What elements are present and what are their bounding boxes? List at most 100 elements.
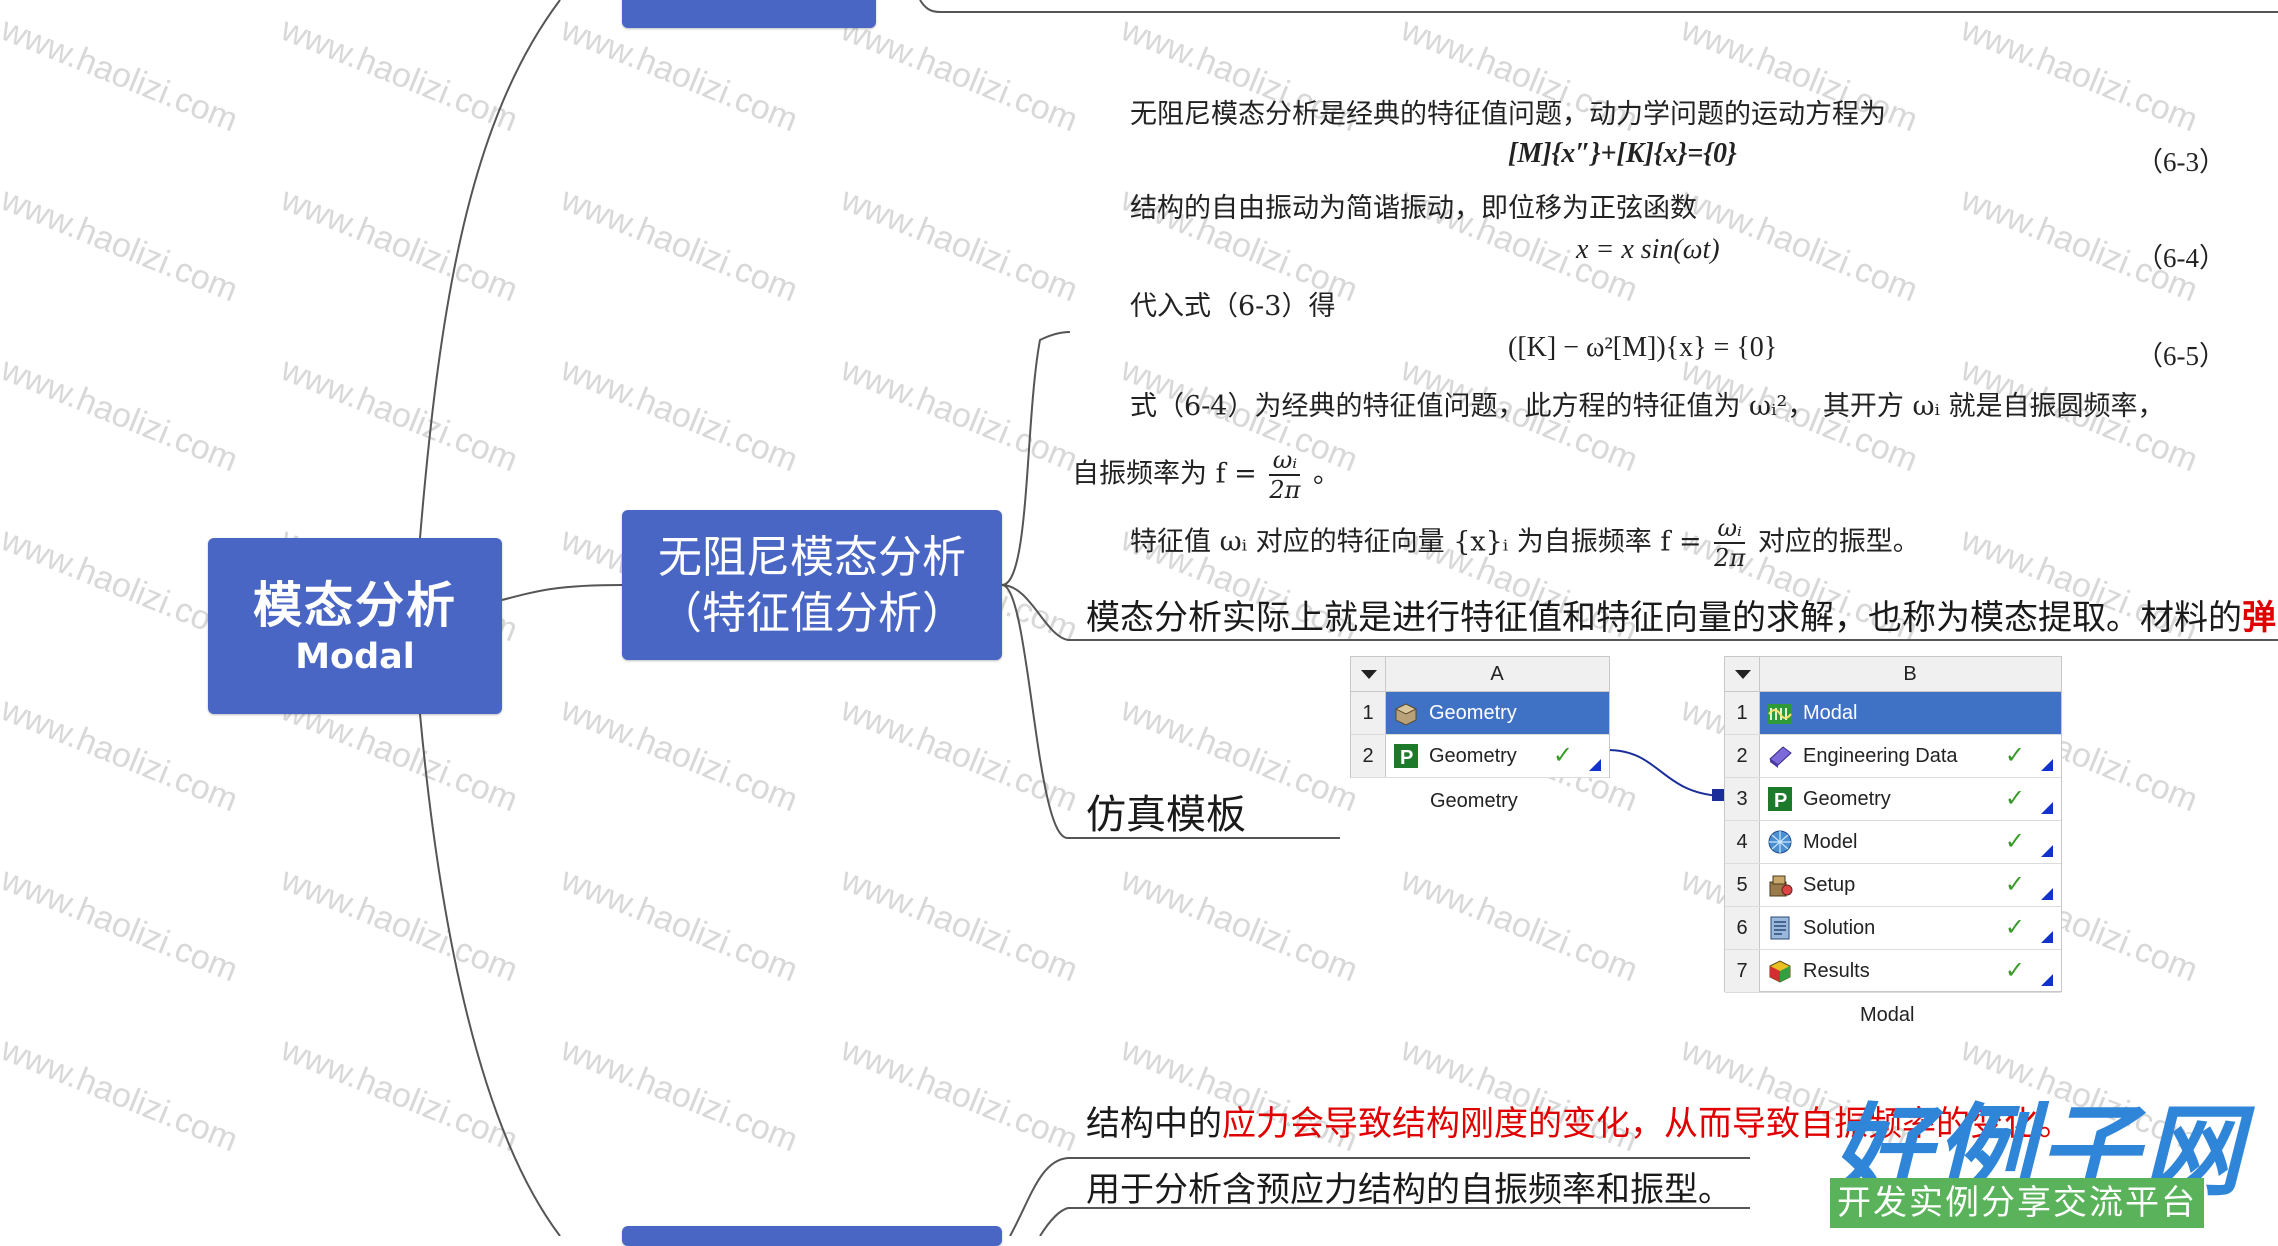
system-a-column-label: A [1490, 663, 1504, 685]
text-p6-prefix: 特征值 ωᵢ 对应的特征向量 {x}ᵢ 为自振频率 f = [1130, 526, 1702, 558]
row-label: Model [1803, 831, 1858, 853]
system-b-row-5[interactable]: 5 Setup ✓ [1725, 864, 2061, 907]
row-label: Setup [1803, 874, 1856, 896]
template-label[interactable]: 仿真模板 [1086, 782, 1246, 840]
root-to-bottom-branch [419, 713, 561, 1236]
row-number: 6 [1725, 907, 1760, 949]
row-number: 5 [1725, 864, 1760, 906]
text-p1: 无阻尼模态分析是经典的特征值问题，动力学问题的运动方程为 [1130, 99, 1886, 130]
equation-number-6-3: （6-3） [2136, 147, 2226, 177]
system-b-collapse-arrow-icon[interactable] [1725, 657, 1760, 691]
p-geometry-icon: P [1394, 744, 1418, 769]
equation-6-4: x = x sin(ωt) [1576, 234, 1720, 265]
row-number: 7 [1725, 950, 1760, 992]
modal-icon [1768, 704, 1792, 724]
system-b-row-3[interactable]: 3 P Geometry ✓ [1725, 778, 2061, 821]
row-number: 2 [1725, 735, 1760, 777]
system-a-caption[interactable]: Geometry [1430, 790, 1518, 813]
system-b-caption[interactable]: Modal [1860, 1004, 1914, 1027]
prestress-use-note[interactable]: 用于分析含预应力结构的自振频率和振型。 [1086, 1162, 1732, 1211]
row-number: 3 [1725, 778, 1760, 820]
top-partial-node[interactable] [622, 0, 876, 28]
row-number: 2 [1351, 735, 1386, 777]
modal-note-text: 模态分析实际上就是进行特征值和特征向量的求解，也称为模态提取。材料的 [1086, 598, 2242, 638]
row-label: Geometry [1429, 702, 1517, 724]
fraction-p6-num: ωᵢ [1714, 514, 1746, 544]
system-a-row-1[interactable]: 1 Geometry [1351, 692, 1609, 735]
row-number: 1 [1351, 692, 1386, 734]
text-p6: 特征值 ωᵢ 对应的特征向量 {x}ᵢ 为自振频率 f = ωᵢ 2π 对应的振… [1130, 514, 1920, 572]
fraction-p5-den: 2π [1269, 476, 1301, 504]
equation-6-5: ([K] − ω²[M]){x} = {0} [1508, 332, 1778, 363]
check-icon: ✓ [2004, 957, 2025, 984]
engineering-data-icon [1769, 746, 1792, 768]
solution-icon [1770, 916, 1790, 940]
setup-icon [1769, 875, 1793, 897]
site-logo-tagline: 开发实例分享交流平台 [1830, 1178, 2204, 1228]
system-b-row-6[interactable]: 6 Solution ✓ [1725, 907, 2061, 950]
status-corner-icon [2041, 845, 2053, 857]
text-p3: 代入式（6-3）得 [1130, 291, 1336, 322]
svg-text:P: P [1400, 747, 1413, 769]
node-title-line2: （特征值分析） [658, 588, 966, 639]
row-number: 1 [1725, 692, 1760, 734]
row-label: Geometry [1803, 788, 1891, 810]
status-corner-icon [2041, 802, 2053, 814]
status-corner-icon [2041, 888, 2053, 900]
text-p4: 式（6-4）为经典的特征值问题，此方程的特征值为 ωᵢ²， 其开方 ωᵢ 就是自… [1130, 391, 2165, 422]
svg-text:P: P [1774, 790, 1787, 812]
row-label: Geometry [1429, 745, 1517, 767]
row-number: 4 [1725, 821, 1760, 863]
check-icon: ✓ [2004, 785, 2025, 812]
check-icon: ✓ [1552, 742, 1573, 769]
modal-note-red: 弹 [2242, 598, 2276, 638]
root-to-top-branch [419, 0, 561, 539]
system-b-row-1[interactable]: 1 Modal [1725, 692, 2061, 735]
fraction-p6: ωᵢ 2π [1714, 514, 1746, 572]
prestress-branch-2 [1039, 1207, 1750, 1236]
status-corner-icon [2041, 931, 2053, 943]
fraction-p6-den: 2π [1714, 544, 1746, 572]
root-node-modal[interactable]: 模态分析 Modal [208, 538, 502, 714]
system-a-collapse-arrow-icon[interactable] [1351, 657, 1386, 691]
row-label: Solution [1803, 917, 1876, 939]
system-a-header: A [1351, 657, 1609, 692]
workbench-system-a[interactable]: A 1 Geometry 2 P Geometry ✓ [1350, 656, 1610, 778]
text-p5: 自振频率为 f = ωᵢ 2π 。 [1072, 446, 1340, 504]
text-p6-suffix: 对应的振型。 [1757, 526, 1920, 558]
root-subtitle: Modal [295, 637, 415, 677]
row-label: Engineering Data [1803, 745, 1958, 767]
row-label: Modal [1803, 702, 1858, 724]
undamped-modal-node[interactable]: 无阻尼模态分析 （特征值分析） [622, 510, 1002, 660]
system-b-header: B [1725, 657, 2061, 692]
geometry-box-icon [1394, 703, 1418, 726]
node-title-line1: 无阻尼模态分析 [658, 532, 966, 583]
system-a-row-2[interactable]: 2 P Geometry ✓ [1351, 735, 1609, 778]
fraction-p5-num: ωᵢ [1269, 446, 1301, 476]
status-corner-icon [2041, 759, 2053, 771]
text-p5-suffix: 。 [1313, 458, 1341, 490]
panel-link-handle [1712, 789, 1724, 801]
status-corner-icon [2041, 974, 2053, 986]
status-corner-icon [1589, 759, 1601, 771]
check-icon: ✓ [2004, 828, 2025, 855]
system-b-row-7[interactable]: 7 Results ✓ [1725, 950, 2061, 993]
workbench-system-b[interactable]: B 1 Modal 2 Engineering Data ✓ 3 P Geome… [1724, 656, 2062, 993]
system-b-row-4[interactable]: 4 Model ✓ [1725, 821, 2061, 864]
node-to-text-branch [1001, 331, 1071, 586]
equation-number-6-5: （6-5） [2136, 341, 2226, 371]
modal-note[interactable]: 模态分析实际上就是进行特征值和特征向量的求解，也称为模态提取。材料的弹 [1086, 590, 2276, 639]
bottom-partial-node[interactable] [622, 1226, 1002, 1246]
panel-link-line [1606, 749, 1721, 797]
equation-number-6-4: （6-4） [2136, 243, 2226, 273]
root-to-node-line [501, 584, 623, 601]
system-b-row-2[interactable]: 2 Engineering Data ✓ [1725, 735, 2061, 778]
model-mesh-icon [1768, 830, 1792, 854]
check-icon: ✓ [2004, 742, 2025, 769]
text-p2: 结构的自由振动为简谐振动，即位移为正弦函数 [1130, 193, 1697, 224]
prestress-prefix: 结构中的 [1086, 1104, 1222, 1144]
top-underline [919, 0, 2278, 13]
check-icon: ✓ [2004, 871, 2025, 898]
text-p5-prefix: 自振频率为 f = [1072, 458, 1257, 490]
p-geometry-icon: P [1768, 787, 1792, 812]
